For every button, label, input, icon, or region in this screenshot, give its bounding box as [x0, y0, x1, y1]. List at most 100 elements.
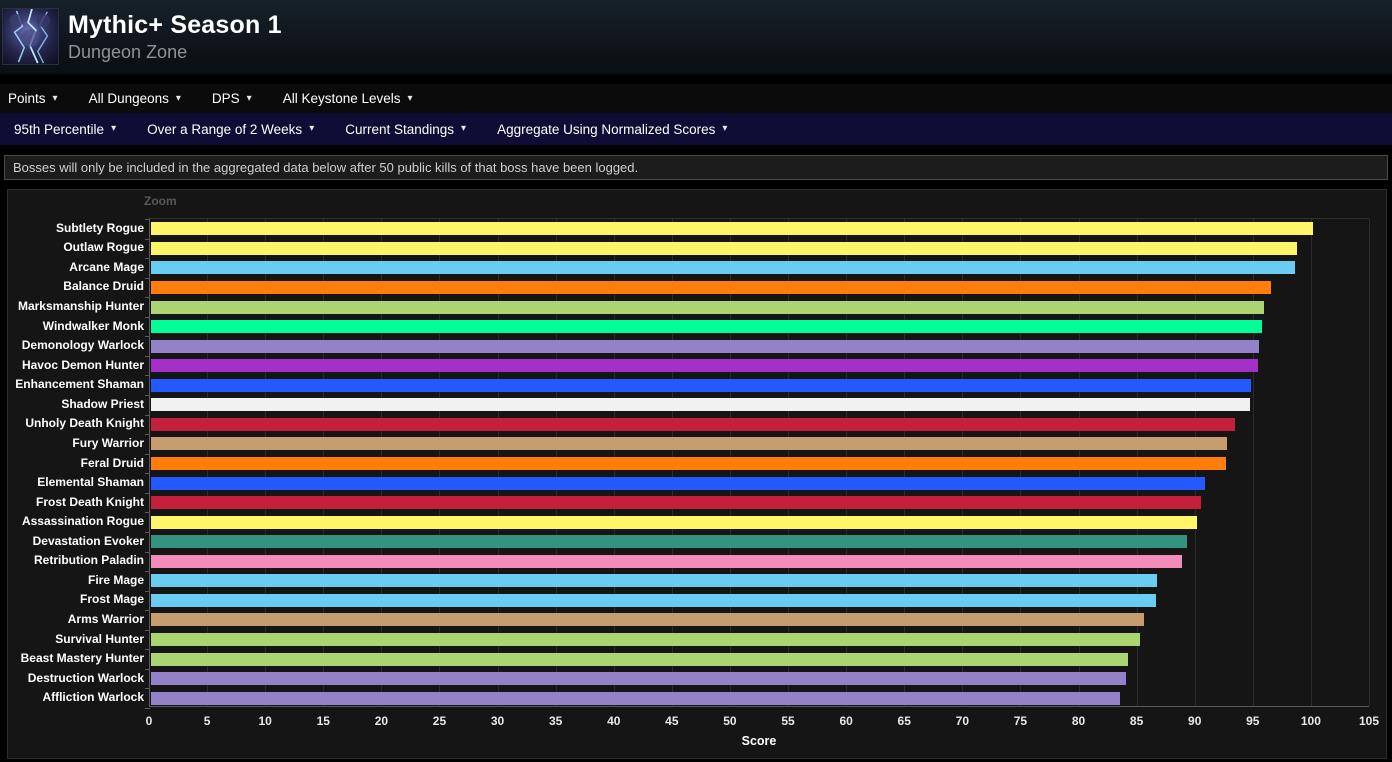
x-tick-label: 75 [1013, 714, 1028, 728]
filter-label: All Keystone Levels [282, 91, 401, 106]
score-bar-elemental-shaman[interactable] [151, 476, 1205, 490]
chevron-down-icon: ▾ [407, 92, 413, 104]
score-bar-windwalker-monk[interactable] [151, 320, 1262, 334]
score-bar-arms-warrior[interactable] [151, 613, 1145, 627]
y-axis-tick [145, 297, 150, 298]
gridline [1310, 219, 1312, 706]
spec-label-enhancement-shaman: Enhancement Shaman [15, 377, 144, 392]
spec-label-affliction-warlock: Affliction Warlock [42, 690, 144, 705]
score-bar-arcane-mage[interactable] [151, 261, 1296, 275]
filter-bar-primary: Points ▾ All Dungeons ▾ DPS ▾ All Keystone Lev… [0, 84, 1392, 113]
y-axis-tick [145, 669, 150, 670]
filter-label: Over a Range of 2 Weeks [147, 121, 303, 137]
score-bar-demonology-warlock[interactable] [151, 339, 1260, 353]
score-bar-beast-mastery-hunter[interactable] [151, 652, 1129, 666]
score-bar-balance-druid[interactable] [151, 280, 1272, 294]
score-bar-assassination-rogue[interactable] [151, 515, 1197, 529]
filter-label: Aggregate Using Normalized Scores [497, 121, 716, 137]
spec-label-unholy-death-knight: Unholy Death Knight [25, 416, 144, 431]
zone-logo[interactable] [2, 8, 59, 65]
x-tick-label: 30 [490, 714, 505, 728]
x-tick-label: 10 [258, 714, 272, 728]
chevron-down-icon: ▾ [175, 92, 181, 104]
spec-label-elemental-shaman: Elemental Shaman [37, 475, 144, 490]
score-bar-fury-warrior[interactable] [151, 437, 1227, 451]
spec-label-assassination-rogue: Assassination Rogue [21, 514, 144, 529]
score-bar-fire-mage[interactable] [151, 574, 1158, 588]
zoom-label: Zoom [144, 194, 177, 208]
x-tick-label: 70 [955, 714, 969, 728]
x-tick-label: 35 [548, 714, 563, 728]
filter-over-a-range-of-2-weeks[interactable]: Over a Range of 2 Weeks ▾ [147, 122, 314, 137]
x-tick-label: 5 [203, 714, 211, 728]
y-axis-tick [145, 395, 150, 396]
score-bar-marksmanship-hunter[interactable] [151, 300, 1265, 314]
chevron-down-icon: ▾ [309, 123, 315, 134]
filter-all-keystone-levels[interactable]: All Keystone Levels ▾ [283, 91, 413, 106]
filter-points[interactable]: Points ▾ [8, 91, 58, 106]
y-axis-tick [145, 493, 150, 494]
score-bar-frost-mage[interactable] [151, 593, 1157, 607]
score-bar-havoc-demon-hunter[interactable] [151, 359, 1259, 373]
y-axis-tick [145, 552, 150, 553]
y-axis-tick [145, 239, 150, 240]
filter-95th-percentile[interactable]: 95th Percentile ▾ [14, 122, 116, 137]
y-axis-tick [145, 708, 150, 709]
spec-label-havoc-demon-hunter: Havoc Demon Hunter [21, 357, 144, 372]
spec-label-feral-druid: Feral Druid [80, 455, 144, 470]
x-tick-label: 65 [897, 714, 911, 728]
x-axis-title: Score [741, 734, 777, 748]
x-tick-label: 90 [1188, 714, 1202, 728]
score-bar-retribution-paladin[interactable] [151, 554, 1182, 568]
score-bar-devastation-evoker[interactable] [151, 535, 1188, 549]
x-tick-label: 55 [781, 714, 795, 728]
filter-all-dungeons[interactable]: All Dungeons ▾ [89, 91, 181, 106]
spec-label-balance-druid: Balance Druid [63, 279, 144, 294]
score-bar-shadow-priest[interactable] [151, 398, 1251, 412]
spec-label-marksmanship-hunter: Marksmanship Hunter [17, 299, 144, 314]
chevron-down-icon: ▾ [461, 123, 467, 134]
x-tick-label: 40 [607, 714, 621, 728]
filter-current-standings[interactable]: Current Standings ▾ [345, 122, 466, 137]
x-tick-label: 85 [1129, 714, 1144, 728]
filter-label: DPS [211, 91, 240, 106]
score-bar-survival-hunter[interactable] [151, 633, 1140, 647]
y-axis-tick [145, 317, 150, 318]
filter-bar-secondary: 95th Percentile ▾ Over a Range of 2 Weeks ▾… [0, 113, 1392, 145]
score-bar-outlaw-rogue[interactable] [151, 241, 1297, 255]
filter-aggregate-using-normalized-scores[interactable]: Aggregate Using Normalized Scores ▾ [497, 122, 727, 137]
spec-label-beast-mastery-hunter: Beast Mastery Hunter [20, 651, 144, 666]
page-subtitle: Dungeon Zone [68, 41, 188, 62]
x-tick-label: 0 [145, 714, 153, 728]
x-tick-label: 20 [374, 714, 389, 728]
spec-label-frost-mage: Frost Mage [79, 592, 144, 607]
y-axis-tick [145, 610, 150, 611]
y-axis-tick [145, 219, 150, 220]
score-bar-destruction-warlock[interactable] [151, 672, 1126, 686]
score-bar-feral-druid[interactable] [151, 457, 1226, 470]
chart-container: Zoom Score Subtlety Rogue Outlaw Rogue Arc… [7, 189, 1387, 759]
chevron-down-icon: ▾ [52, 92, 58, 104]
y-axis-tick [145, 532, 150, 533]
spec-label-subtlety-rogue: Subtlety Rogue [55, 220, 144, 235]
spec-label-fire-mage: Fire Mage [87, 572, 144, 587]
score-bar-frost-death-knight[interactable] [151, 496, 1202, 510]
x-tick-label: 105 [1358, 714, 1380, 728]
y-axis-tick [145, 473, 150, 474]
filter-label: Points [8, 91, 46, 106]
score-bar-subtlety-rogue[interactable] [151, 222, 1313, 236]
filter-dps[interactable]: DPS ▾ [212, 91, 252, 106]
score-bar-affliction-warlock[interactable] [151, 691, 1121, 705]
lightning-icon [9, 9, 51, 64]
score-bar-enhancement-shaman[interactable] [151, 378, 1252, 392]
x-tick-label: 95 [1246, 714, 1260, 728]
x-tick-label: 15 [316, 714, 330, 728]
notice-banner: Bosses will only be included in the aggr… [4, 155, 1388, 180]
chevron-down-icon: ▾ [722, 123, 728, 134]
spec-label-fury-warrior: Fury Warrior [72, 435, 144, 450]
y-axis-tick [145, 591, 150, 592]
y-axis-tick [145, 434, 150, 435]
filter-label: All Dungeons [88, 91, 169, 106]
spec-label-arms-warrior: Arms Warrior [67, 611, 144, 626]
score-bar-unholy-death-knight[interactable] [151, 417, 1236, 431]
